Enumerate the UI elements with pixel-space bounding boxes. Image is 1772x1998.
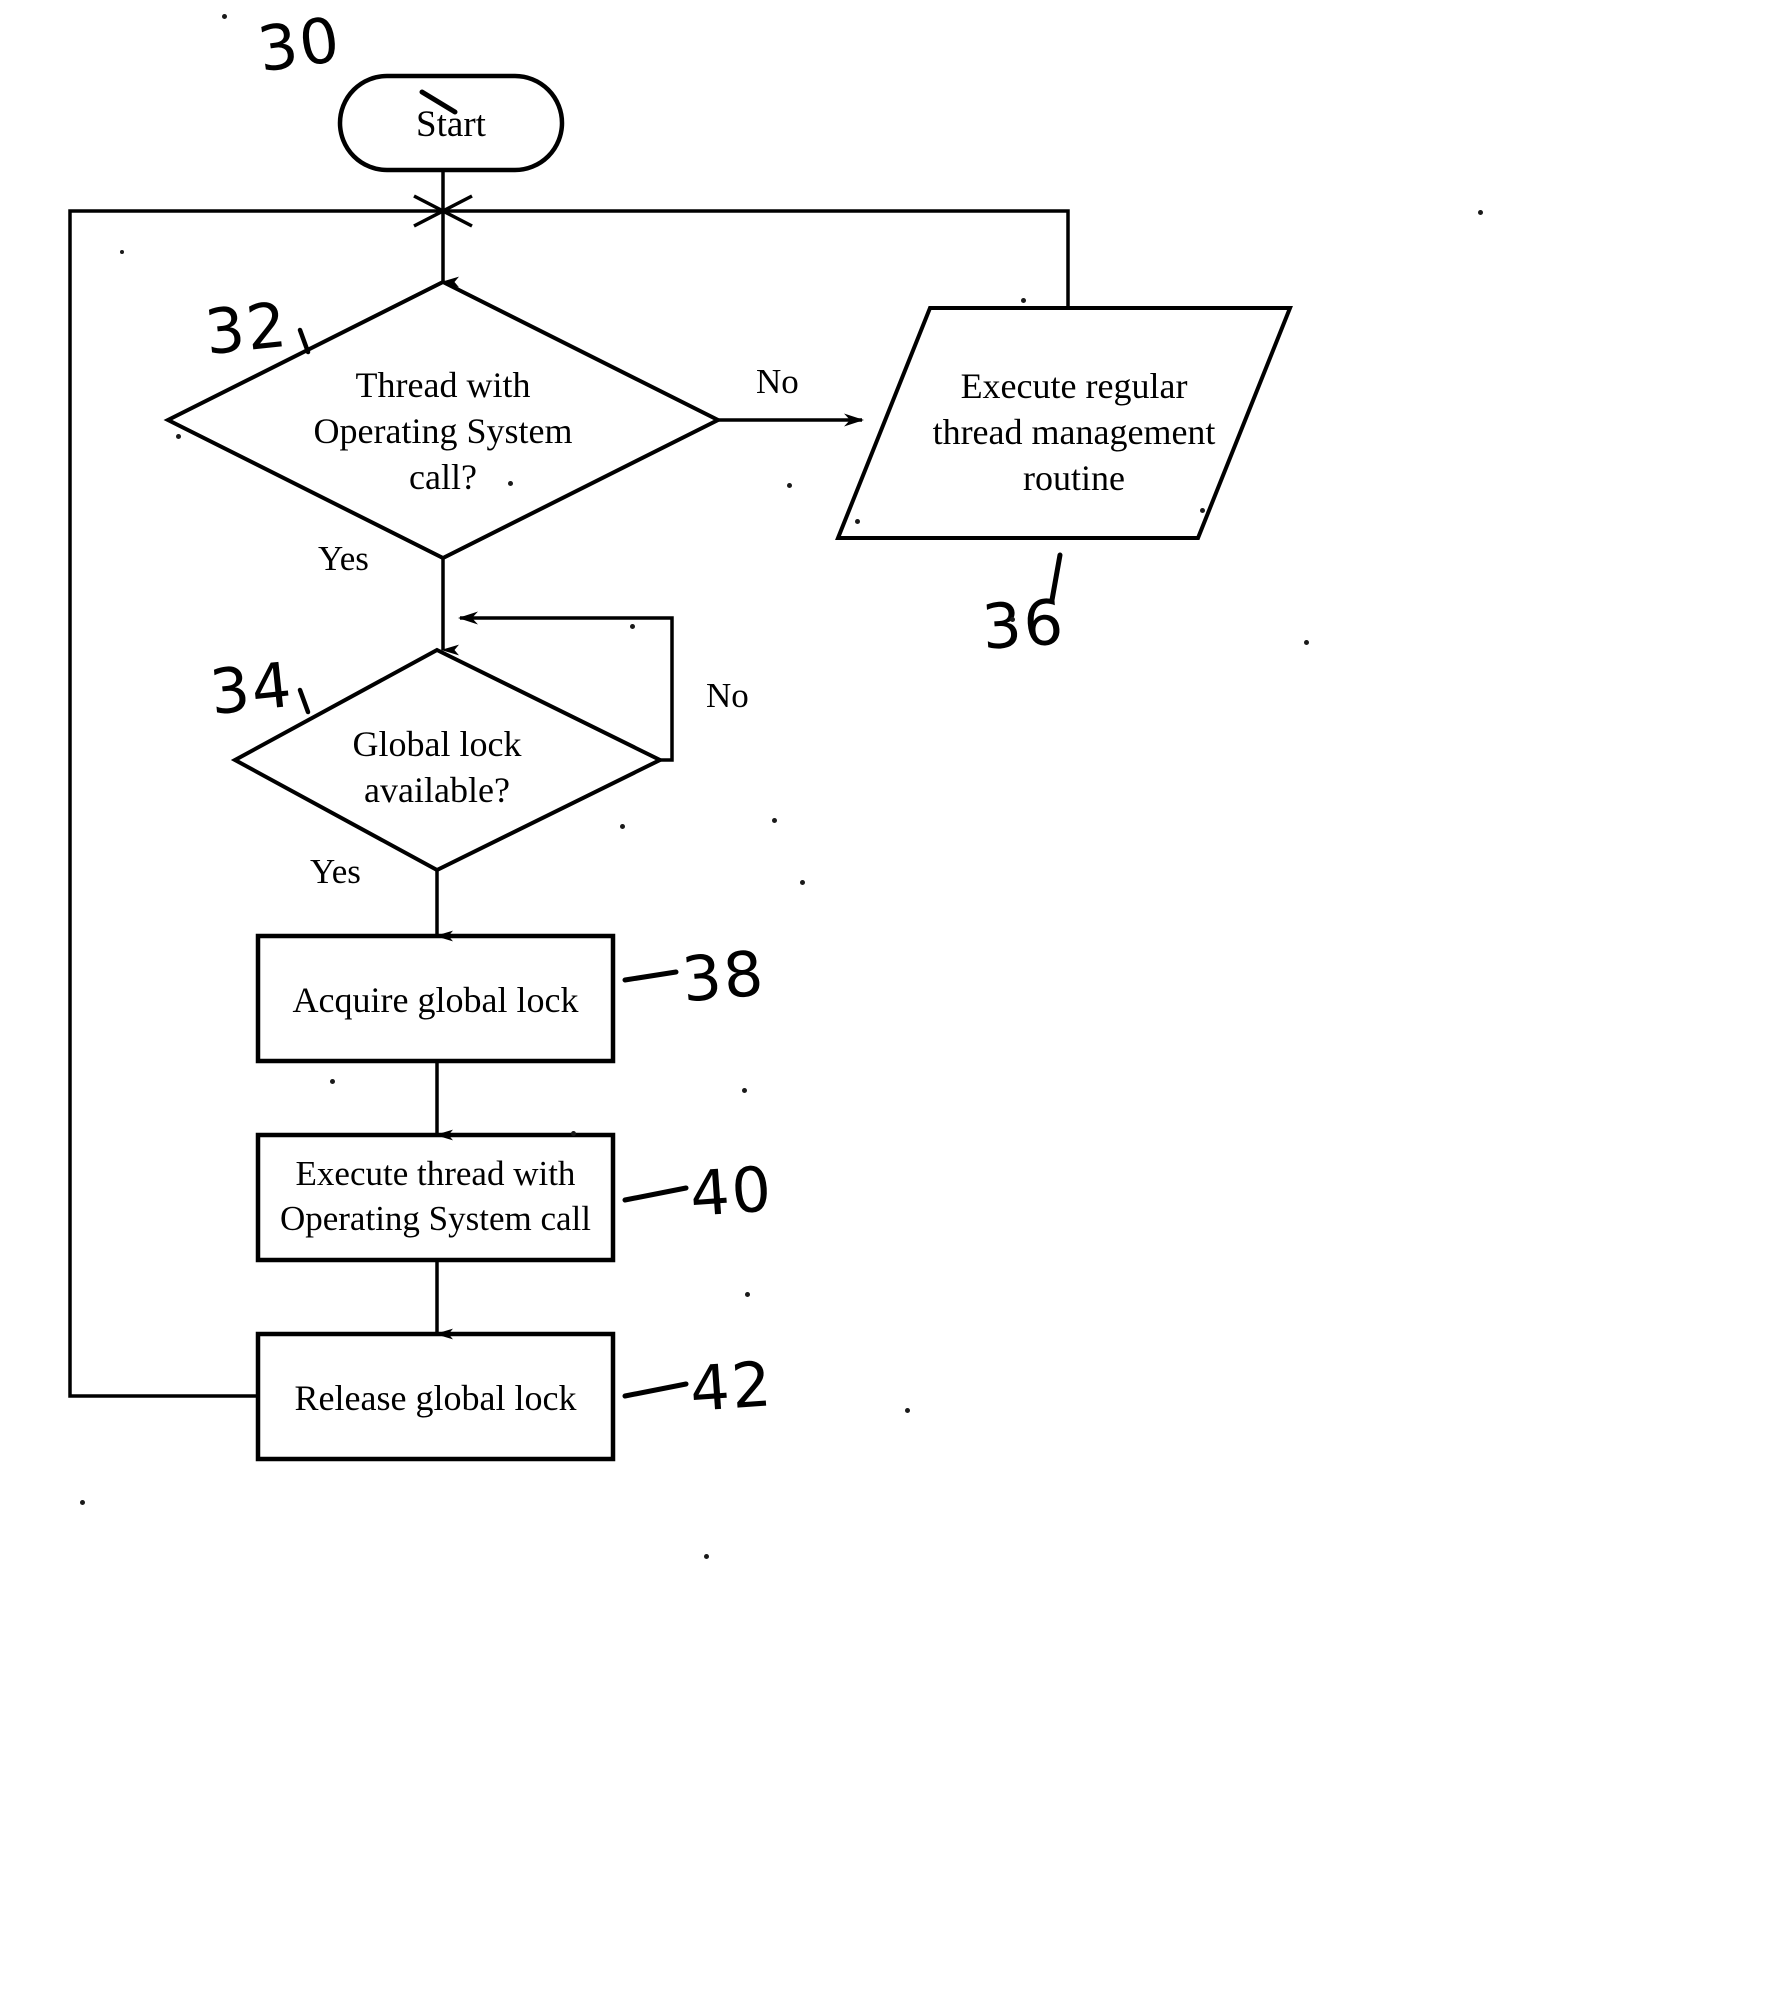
scan-speck — [800, 880, 805, 885]
edge-label-os-call-no: No — [756, 362, 799, 401]
regular-routine-shape — [835, 306, 1293, 540]
flowchart-page: Start Thread with Operating System call?… — [0, 0, 1772, 1998]
ref-leader-40 — [622, 1185, 689, 1203]
scan-speck — [1304, 640, 1309, 645]
scan-speck — [330, 1079, 335, 1084]
execute-thread-shape — [255, 1132, 616, 1263]
ref-leader-32 — [297, 327, 311, 355]
scan-speck — [855, 519, 860, 524]
scan-speck — [1478, 210, 1483, 215]
scan-speck — [176, 434, 181, 439]
scan-speck — [571, 1131, 576, 1136]
scan-speck — [772, 818, 777, 823]
ref-numeral-38: 38 — [678, 936, 768, 1017]
ref-numeral-34: 34 — [206, 647, 297, 730]
ref-numeral-40: 40 — [687, 1152, 776, 1231]
edge-label-lock-no: No — [706, 676, 749, 715]
ref-numeral-30: 30 — [253, 2, 346, 87]
edge-lock-no-loop — [458, 611, 674, 762]
scan-speck — [620, 824, 625, 829]
ref-numeral-32: 32 — [201, 287, 292, 370]
scan-speck — [787, 483, 792, 488]
scan-speck — [1010, 617, 1015, 622]
ref-leader-30 — [419, 89, 458, 115]
release-lock-shape — [255, 1331, 616, 1462]
scan-speck — [80, 1500, 85, 1505]
scan-speck — [745, 1292, 750, 1297]
ref-numeral-42: 42 — [687, 1347, 776, 1426]
decision-lock-shape — [230, 647, 665, 873]
edge-label-lock-yes: Yes — [310, 852, 361, 891]
scan-speck — [1021, 298, 1026, 303]
edge-regular-routine-loop-back — [443, 209, 1070, 308]
scan-speck — [222, 14, 227, 19]
ref-leader-38 — [622, 969, 679, 983]
scan-speck — [742, 1088, 747, 1093]
edge-label-os-call-yes: Yes — [318, 539, 369, 578]
ref-leader-42 — [622, 1381, 689, 1399]
ref-numeral-36: 36 — [979, 585, 1068, 664]
scan-speck — [120, 250, 124, 254]
scan-speck — [1200, 508, 1205, 513]
scan-speck — [508, 481, 513, 486]
ref-leader-34 — [297, 687, 311, 715]
start-node-shape — [337, 73, 565, 173]
scan-speck — [704, 1554, 709, 1559]
scan-speck — [905, 1408, 910, 1413]
acquire-lock-shape — [255, 933, 616, 1064]
scan-speck — [630, 624, 635, 629]
